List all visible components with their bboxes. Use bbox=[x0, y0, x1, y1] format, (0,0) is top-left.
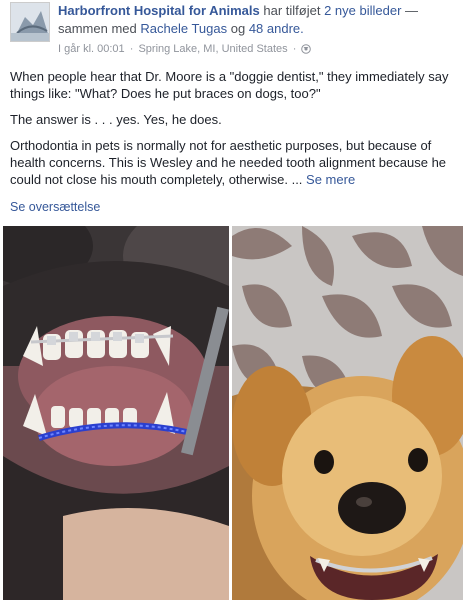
photo-golden-retriever[interactable] bbox=[232, 226, 463, 600]
ellipsis: ... bbox=[291, 172, 303, 187]
tagged-user-link[interactable]: Rachele Tugas bbox=[140, 21, 227, 36]
and-text: og bbox=[230, 21, 246, 36]
post-header: Harborfront Hospital for Animals har til… bbox=[10, 2, 456, 58]
post-paragraph-2: The answer is . . . yes. Yes, he does. bbox=[10, 112, 222, 127]
header-text: Harborfront Hospital for Animals har til… bbox=[58, 2, 456, 38]
meta-separator: · bbox=[129, 43, 134, 55]
photo-count-link[interactable]: 2 nye billeder bbox=[324, 3, 401, 18]
timestamp-link[interactable]: I går kl. 00:01 bbox=[58, 43, 125, 55]
photo-dog-braces-closeup[interactable] bbox=[3, 226, 229, 600]
post-paragraph-3: Orthodontia in pets is normally not for … bbox=[10, 137, 458, 188]
page-avatar[interactable] bbox=[10, 2, 50, 42]
meta-separator-2: · bbox=[292, 43, 297, 55]
post-meta: I går kl. 00:01 · Spring Lake, MI, Unite… bbox=[58, 42, 312, 58]
post-paragraph-3-text: Orthodontia in pets is normally not for … bbox=[10, 138, 447, 187]
post-paragraph-1: When people hear that Dr. Moore is a "do… bbox=[10, 69, 449, 101]
see-more-link[interactable]: Se mere bbox=[306, 172, 355, 187]
globe-icon[interactable] bbox=[301, 44, 312, 58]
page-name-link[interactable]: Harborfront Hospital for Animals bbox=[58, 3, 260, 18]
see-translation-link[interactable]: Se oversættelse bbox=[10, 200, 100, 214]
location-link[interactable]: Spring Lake, MI, United States bbox=[138, 43, 287, 55]
post-body: When people hear that Dr. Moore is a "do… bbox=[10, 68, 458, 197]
action-text: har tilføjet bbox=[263, 3, 321, 18]
others-link[interactable]: 48 andre. bbox=[249, 21, 304, 36]
